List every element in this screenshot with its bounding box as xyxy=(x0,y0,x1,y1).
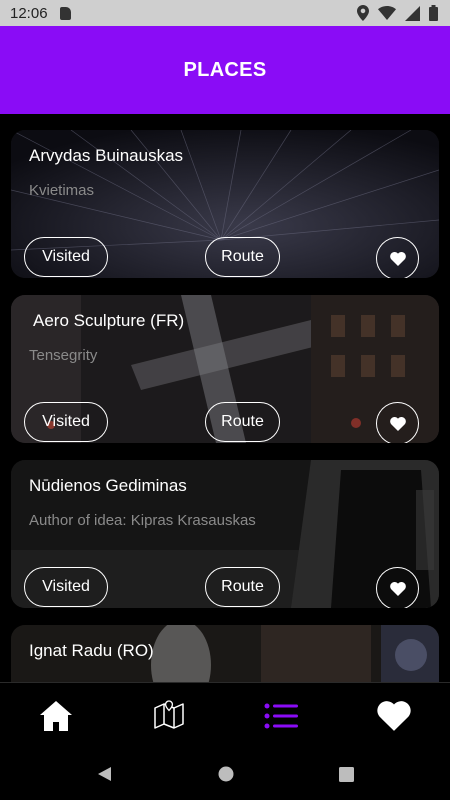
page-title: PLACES xyxy=(183,58,267,81)
recents-icon[interactable] xyxy=(338,766,354,782)
heart-icon xyxy=(389,581,406,596)
place-card[interactable]: Nūdienos Gediminas Author of idea: Kipra… xyxy=(11,460,439,608)
bottom-nav xyxy=(0,682,450,749)
heart-icon xyxy=(389,416,406,431)
places-list[interactable]: Arvydas Buinauskas Kvietimas Visited Rou… xyxy=(0,114,450,682)
heart-icon xyxy=(389,251,406,266)
status-bar: 12:06 xyxy=(0,0,450,26)
visited-button[interactable]: Visited xyxy=(24,237,108,277)
route-button[interactable]: Route xyxy=(205,567,280,607)
place-title: Aero Sculpture (FR) xyxy=(33,311,185,330)
battery-icon xyxy=(429,5,438,21)
system-nav-bar xyxy=(0,748,450,800)
nav-list[interactable] xyxy=(251,686,311,746)
home-icon xyxy=(40,701,73,731)
nav-map[interactable] xyxy=(139,686,199,746)
place-subtitle: Kvietimas xyxy=(29,182,95,199)
place-card[interactable]: Ignat Radu (RO) xyxy=(11,625,439,682)
favorite-button[interactable] xyxy=(376,402,419,443)
nav-home[interactable] xyxy=(26,686,86,746)
favorite-button[interactable] xyxy=(376,237,419,278)
back-icon[interactable] xyxy=(97,766,113,782)
favorites-icon xyxy=(377,701,411,731)
app-header: PLACES xyxy=(0,26,450,114)
place-title: Nūdienos Gediminas xyxy=(29,476,187,495)
visited-button[interactable]: Visited xyxy=(24,402,108,442)
place-card[interactable]: Arvydas Buinauskas Kvietimas Visited Rou… xyxy=(11,130,439,278)
status-icons xyxy=(357,5,438,21)
sd-card-icon xyxy=(59,6,71,20)
place-card[interactable]: Aero Sculpture (FR) Tensegrity Visited R… xyxy=(11,295,439,443)
route-button[interactable]: Route xyxy=(205,402,280,442)
nav-favorites[interactable] xyxy=(364,686,424,746)
visited-button[interactable]: Visited xyxy=(24,567,108,607)
signal-icon xyxy=(405,5,420,21)
home-circle-icon[interactable] xyxy=(218,766,234,782)
place-subtitle: Author of idea: Kipras Krasauskas xyxy=(29,512,256,529)
location-icon xyxy=(357,5,369,21)
map-icon xyxy=(154,700,184,729)
wifi-icon xyxy=(378,6,396,20)
place-title: Arvydas Buinauskas xyxy=(29,146,184,165)
place-subtitle: Tensegrity xyxy=(29,347,98,364)
list-icon xyxy=(264,703,299,729)
route-button[interactable]: Route xyxy=(205,237,280,277)
status-time: 12:06 xyxy=(10,4,48,22)
place-title: Ignat Radu (RO) xyxy=(29,641,154,660)
favorite-button[interactable] xyxy=(376,567,419,608)
